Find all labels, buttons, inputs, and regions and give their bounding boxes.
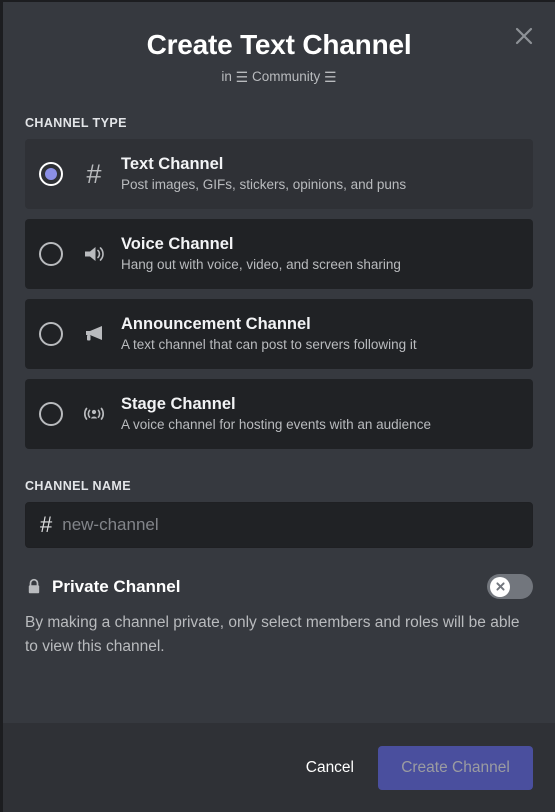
private-channel-toggle[interactable] <box>487 574 533 599</box>
cancel-button[interactable]: Cancel <box>290 747 370 789</box>
subtitle-prefix: in <box>221 69 232 84</box>
option-title: Text Channel <box>121 155 224 173</box>
channel-type-option-stage[interactable]: Stage Channel A voice channel for hostin… <box>25 379 533 449</box>
private-channel-description: By making a channel private, only select… <box>25 614 520 655</box>
option-description: A text channel that can post to servers … <box>121 337 417 352</box>
radio-voice-channel[interactable] <box>39 242 63 266</box>
channel-type-option-voice[interactable]: Voice Channel Hang out with voice, video… <box>25 219 533 289</box>
page-title: Create Text Channel <box>146 29 412 60</box>
toggle-knob <box>490 576 510 597</box>
option-text-block: Text Channel Post images, GIFs, stickers… <box>121 154 406 194</box>
server-glyph-right-icon: ☰ <box>324 69 337 85</box>
option-title: Voice Channel <box>121 235 234 253</box>
channel-name-label: CHANNEL NAME <box>25 479 131 493</box>
option-title: Announcement Channel <box>121 315 311 333</box>
channel-type-option-text[interactable]: # Text Channel Post images, GIFs, sticke… <box>25 139 533 209</box>
stage-broadcast-icon <box>79 399 109 429</box>
option-text-block: Stage Channel A voice channel for hostin… <box>121 394 431 434</box>
channel-type-option-announcement[interactable]: Announcement Channel A text channel that… <box>25 299 533 369</box>
radio-stage-channel[interactable] <box>39 402 63 426</box>
modal-body: CHANNEL TYPE # Text Channel Post images,… <box>3 86 555 723</box>
radio-dot <box>45 168 57 180</box>
modal-footer: Cancel Create Channel <box>3 723 555 812</box>
option-title: Stage Channel <box>121 395 236 413</box>
radio-dot <box>45 328 57 340</box>
option-description: A voice channel for hosting events with … <box>121 417 431 432</box>
option-text-block: Voice Channel Hang out with voice, video… <box>121 234 401 274</box>
speaker-icon <box>79 239 109 269</box>
radio-dot <box>45 408 57 420</box>
option-description: Post images, GIFs, stickers, opinions, a… <box>121 177 407 192</box>
close-button[interactable] <box>511 23 537 49</box>
private-channel-row: Private Channel <box>25 574 533 599</box>
radio-text-channel[interactable] <box>39 162 63 186</box>
radio-announcement-channel[interactable] <box>39 322 63 346</box>
hash-prefix-icon: # <box>40 512 53 537</box>
channel-type-label: CHANNEL TYPE <box>25 116 127 130</box>
option-text-block: Announcement Channel A text channel that… <box>121 314 417 354</box>
option-description: Hang out with voice, video, and screen s… <box>121 257 401 272</box>
server-glyph-left-icon: ☰ <box>235 69 249 85</box>
channel-name-placeholder: new-channel <box>62 515 159 534</box>
radio-dot <box>45 248 57 260</box>
close-icon <box>515 27 533 45</box>
create-channel-button[interactable]: Create Channel <box>378 745 533 790</box>
modal-subtitle: in ☰ Community ☰ <box>3 68 555 86</box>
create-channel-modal: Create Text Channel in ☰ Community ☰ CHA… <box>0 0 555 812</box>
channel-name-field[interactable]: # new-channel <box>25 502 533 548</box>
server-name: Community <box>252 69 321 84</box>
modal-header: Create Text Channel in ☰ Community ☰ <box>3 2 555 86</box>
cross-icon <box>495 582 505 591</box>
lock-icon <box>25 578 43 596</box>
hash-icon: # <box>86 158 102 189</box>
private-channel-title: Private Channel <box>52 576 181 596</box>
megaphone-icon <box>79 319 109 349</box>
